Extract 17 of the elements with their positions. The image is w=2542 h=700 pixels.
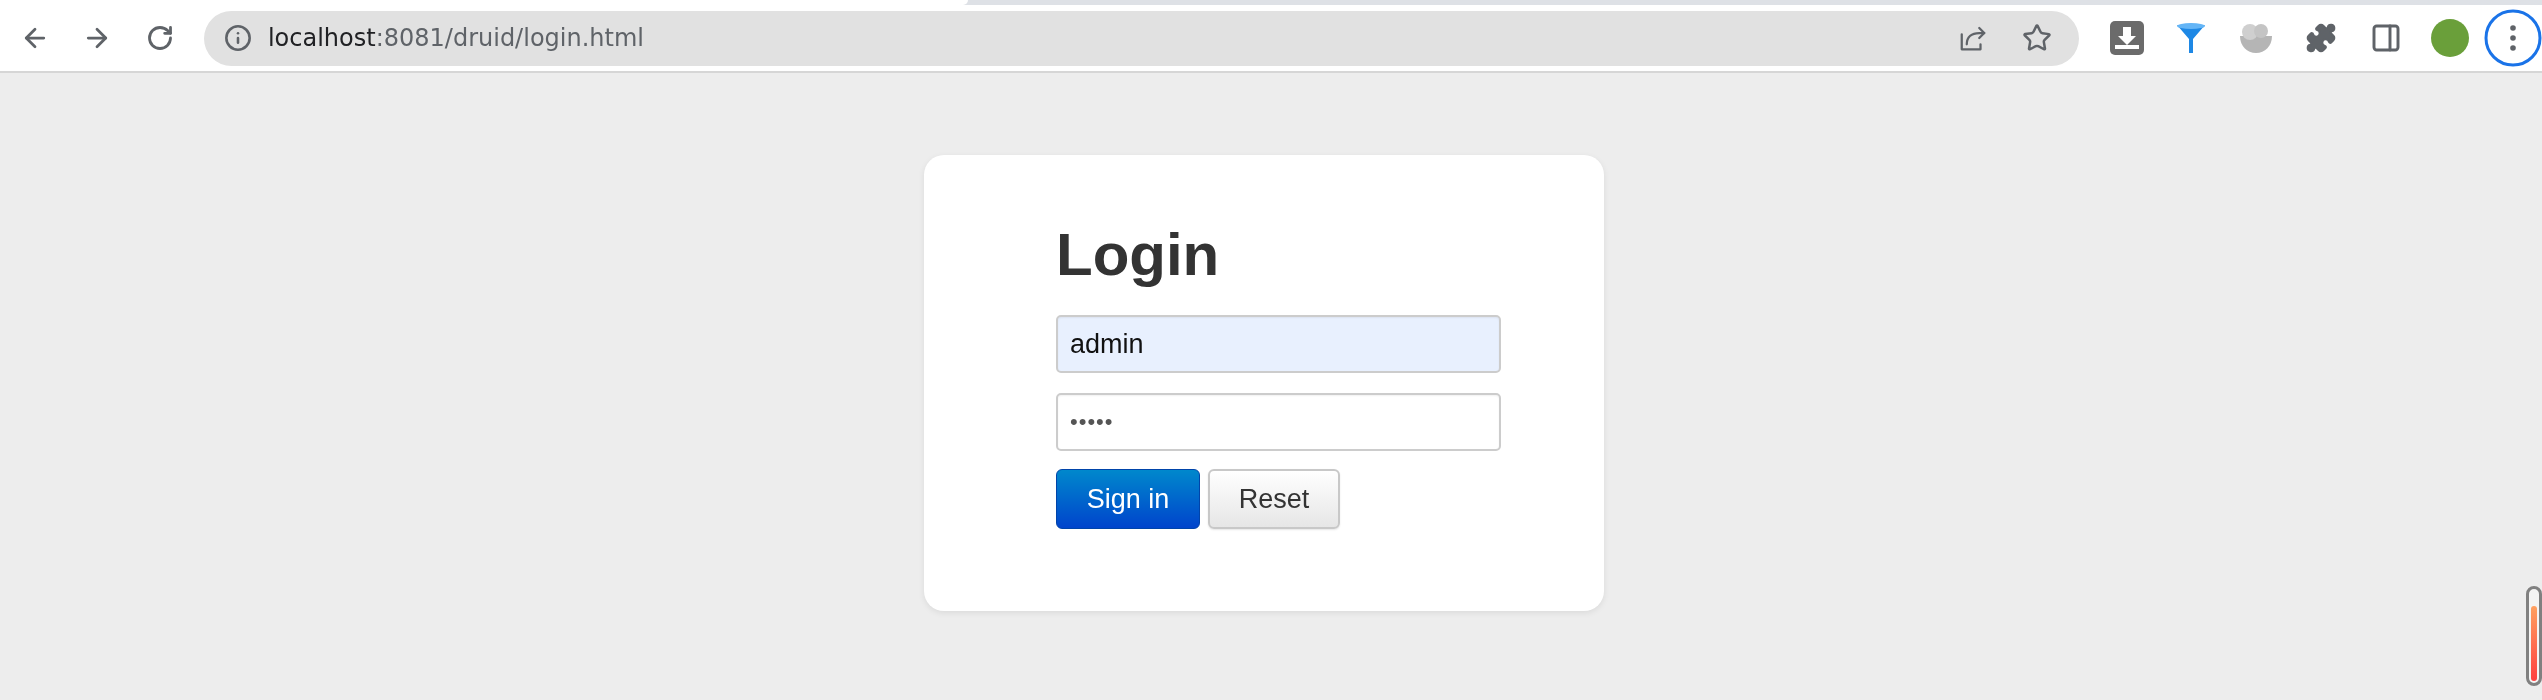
menu-button[interactable] <box>2484 9 2542 67</box>
reload-icon <box>146 24 175 52</box>
url-text: localhost:8081/druid/login.html <box>267 24 645 52</box>
puzzle-icon <box>2304 22 2337 54</box>
funnel-icon <box>2176 22 2207 54</box>
sign-in-button[interactable]: Sign in <box>1056 469 1200 529</box>
kebab-menu-icon <box>2484 9 2542 67</box>
login-heading: Login <box>1056 222 1220 288</box>
username-field[interactable]: admin <box>1056 315 1501 373</box>
bowl-icon <box>2239 22 2274 54</box>
reset-button[interactable]: Reset <box>1208 469 1340 529</box>
star-icon <box>2021 23 2052 53</box>
download-icon <box>2109 21 2144 55</box>
address-bar[interactable]: localhost:8081/druid/login.html <box>203 10 2079 66</box>
info-icon <box>223 24 252 52</box>
password-field[interactable]: ••••• <box>1056 393 1501 451</box>
avatar-icon <box>2431 19 2470 57</box>
